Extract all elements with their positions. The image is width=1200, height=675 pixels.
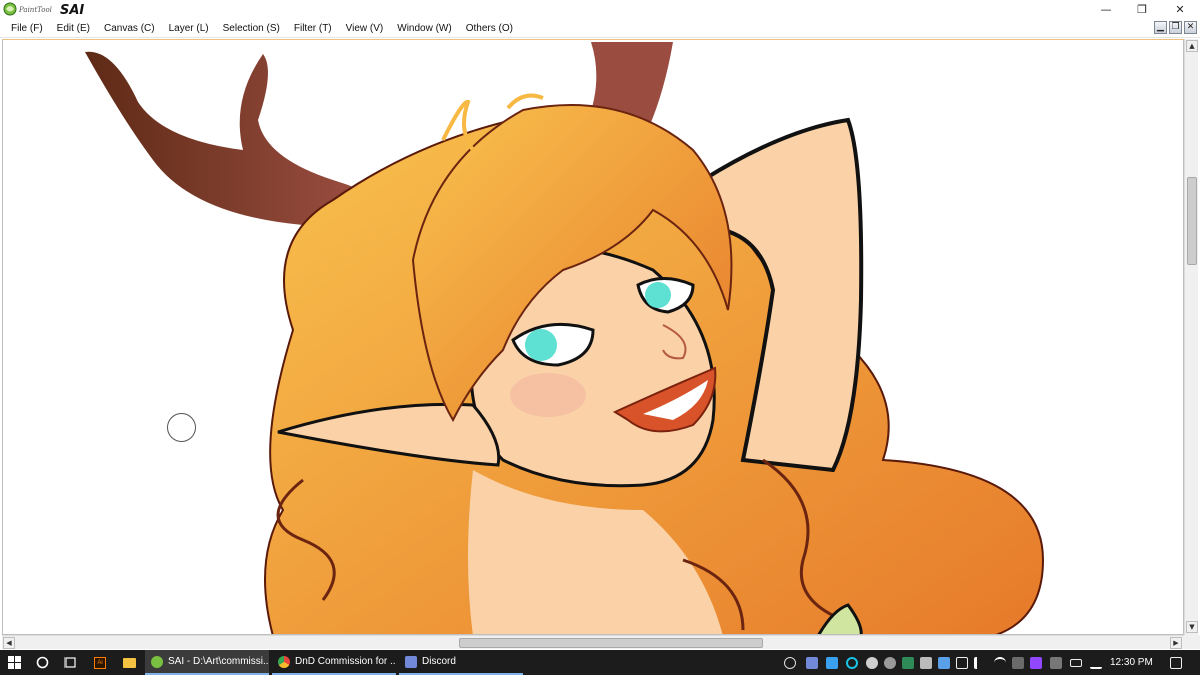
close-button[interactable]: ✕ <box>1160 0 1200 18</box>
brush-cursor <box>167 413 196 442</box>
volume-muted-icon[interactable] <box>956 657 968 669</box>
canvas-viewport[interactable] <box>2 39 1184 635</box>
taskbar-item-label: SAI - D:\Art\commissi... <box>168 656 269 667</box>
steam-tray-icon[interactable] <box>866 657 878 669</box>
taskbar-item-label: DnD Commission for ... <box>295 656 396 667</box>
battery-icon[interactable] <box>1070 659 1082 667</box>
discord-tray-icon[interactable] <box>806 657 818 669</box>
logo-small-text: PaintTool <box>18 6 52 14</box>
scroll-corner <box>1184 635 1200 649</box>
right-iris <box>645 282 671 308</box>
taskbar-item-discord[interactable]: Discord <box>399 650 523 675</box>
vertical-scroll-thumb[interactable] <box>1187 177 1197 265</box>
menu-layer[interactable]: Layer (L) <box>162 23 216 34</box>
notifications-icon[interactable] <box>1170 657 1182 669</box>
printer-tray-icon[interactable] <box>920 657 932 669</box>
scroll-down-arrow-icon[interactable]: ▼ <box>1186 621 1198 633</box>
app-tray-icon[interactable] <box>826 657 838 669</box>
cortana-icon <box>36 656 48 669</box>
folder-icon <box>122 657 136 668</box>
left-iris <box>525 329 557 361</box>
windows-start-button[interactable] <box>0 650 28 675</box>
windows-logo-icon <box>7 656 21 669</box>
taskbar-item-chrome[interactable]: DnD Commission for ... <box>272 650 396 675</box>
file-explorer-button[interactable] <box>116 650 142 675</box>
chrome-icon <box>278 655 290 668</box>
restore-button[interactable]: ❐ <box>1122 0 1162 18</box>
task-view-button[interactable] <box>58 650 82 675</box>
app-logo: PaintTool SAI <box>2 0 98 18</box>
menu-selection[interactable]: Selection (S) <box>216 23 287 34</box>
menu-view[interactable]: View (V) <box>339 23 391 34</box>
cortana-button[interactable] <box>30 650 54 675</box>
minimize-button[interactable]: — <box>1086 0 1126 18</box>
menu-others[interactable]: Others (O) <box>459 23 520 34</box>
minimize-icon: — <box>1100 2 1112 16</box>
display-tray-icon[interactable] <box>1050 657 1062 669</box>
vertical-scrollbar[interactable]: ▲ ▼ <box>1184 39 1198 635</box>
horizontal-scroll-thumb[interactable] <box>459 638 763 648</box>
cloud-tray-icon[interactable] <box>884 657 896 669</box>
canvas-close-button[interactable]: ✕ <box>1184 21 1197 34</box>
taskbar-item-label: Discord <box>422 656 456 667</box>
sync-tray-icon[interactable] <box>846 657 858 669</box>
artwork-illustration <box>85 42 1045 634</box>
menu-edit[interactable]: Edit (E) <box>50 23 97 34</box>
sai-icon <box>151 655 163 668</box>
menu-filter[interactable]: Filter (T) <box>287 23 339 34</box>
twitch-tray-icon[interactable] <box>1030 657 1042 669</box>
scroll-up-arrow-icon[interactable]: ▲ <box>1186 40 1198 52</box>
menu-canvas[interactable]: Canvas (C) <box>97 23 162 34</box>
task-view-icon <box>63 657 76 668</box>
scroll-left-arrow-icon[interactable]: ◀ <box>3 637 15 649</box>
restore-icon: ❐ <box>1171 22 1180 32</box>
wifi-icon[interactable] <box>994 657 1006 669</box>
security-tray-icon[interactable] <box>902 657 914 669</box>
taskbar-item-sai[interactable]: SAI - D:\Art\commissi... <box>145 650 269 675</box>
illustrator-icon: Ai <box>94 656 106 669</box>
network-drive-tray-icon[interactable] <box>938 657 950 669</box>
logo-big-text: SAI <box>60 3 84 18</box>
close-icon: ✕ <box>1175 2 1185 16</box>
menu-file[interactable]: File (F) <box>4 23 50 34</box>
canvas-minimize-button[interactable]: ▁ <box>1154 21 1167 34</box>
people-icon[interactable] <box>784 657 796 669</box>
minimize-icon: ▁ <box>1157 22 1164 32</box>
cheek-blush <box>510 373 586 417</box>
menu-bar: File (F) Edit (E) Canvas (C) Layer (L) S… <box>0 18 1200 38</box>
windows-taskbar: Ai SAI - D:\Art\commissi... DnD Commissi… <box>0 650 1200 675</box>
screen-tray-icon[interactable] <box>1012 657 1024 669</box>
illustrator-button[interactable]: Ai <box>88 650 112 675</box>
app-k-tray-icon[interactable] <box>974 657 986 669</box>
close-icon: ✕ <box>1186 22 1195 32</box>
horizontal-scrollbar[interactable]: ◀ ▶ <box>2 635 1184 649</box>
pen-tray-icon[interactable] <box>1090 657 1102 669</box>
restore-icon: ❐ <box>1137 2 1147 16</box>
discord-icon <box>405 655 417 668</box>
menu-window[interactable]: Window (W) <box>390 23 458 34</box>
scroll-right-arrow-icon[interactable]: ▶ <box>1170 637 1182 649</box>
taskbar-clock[interactable]: 12:30 PM <box>1110 650 1153 675</box>
title-bar: PaintTool SAI — ❐ ✕ <box>0 0 1200 18</box>
paint-tool-sai-window: PaintTool SAI — ❐ ✕ File (F) Edit (E) Ca… <box>0 0 1200 675</box>
canvas-restore-button[interactable]: ❐ <box>1169 21 1182 34</box>
